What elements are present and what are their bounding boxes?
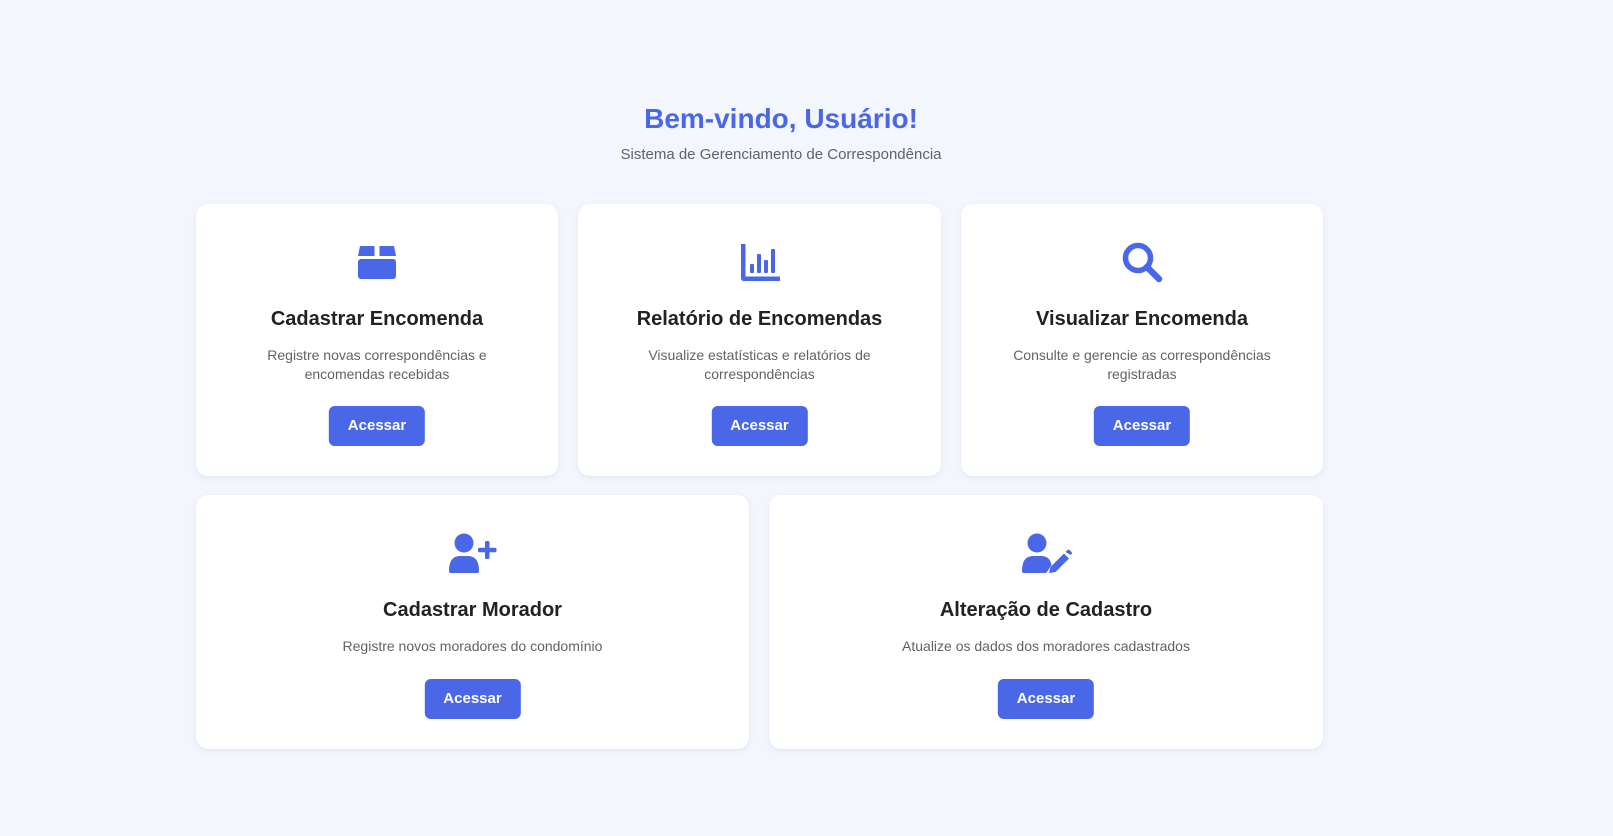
card-alteracao-cadastro: Alteração de Cadastro Atualize os dados … [769,495,1323,749]
search-icon [1120,240,1164,284]
card-title: Alteração de Cadastro [939,599,1153,621]
access-button[interactable]: Acessar [424,679,521,719]
card-title: Cadastrar Encomenda [270,308,484,330]
card-title: Cadastrar Morador [383,599,562,621]
access-button[interactable]: Acessar [997,679,1095,719]
card-description: Registre novos moradores do condomínio [342,638,603,654]
bar-chart-icon [738,240,782,284]
access-button[interactable]: Acessar [1093,406,1191,446]
card-relatorio-encomendas: Relatório de Encomendas Visualize estatí… [578,204,941,476]
access-button[interactable]: Acessar [328,406,426,446]
page-subtitle: Sistema de Gerenciamento de Correspondên… [620,146,942,163]
card-title: Relatório de Encomendas [636,308,883,330]
card-visualizar-encomenda: Visualizar Encomenda Consulte e gerencie… [961,204,1323,476]
card-cadastrar-encomenda: Cadastrar Encomenda Registre novas corre… [196,204,558,476]
user-edit-icon [1020,531,1072,575]
card-description: Atualize os dados dos moradores cadastra… [902,638,1190,654]
card-description: Registre novas correspondências e encome… [267,347,487,382]
card-cadastrar-morador: Cadastrar Morador Registre novos morador… [196,495,749,749]
access-button[interactable]: Acessar [711,406,808,446]
card-description: Consulte e gerencie as correspondências … [1013,347,1271,382]
card-title: Visualizar Encomenda [1036,308,1248,330]
page-title: Bem-vindo, Usuário! [644,103,918,134]
box-icon [355,240,399,284]
user-plus-icon [447,531,499,575]
card-description: Visualize estatísticas e relatórios de c… [648,347,871,382]
